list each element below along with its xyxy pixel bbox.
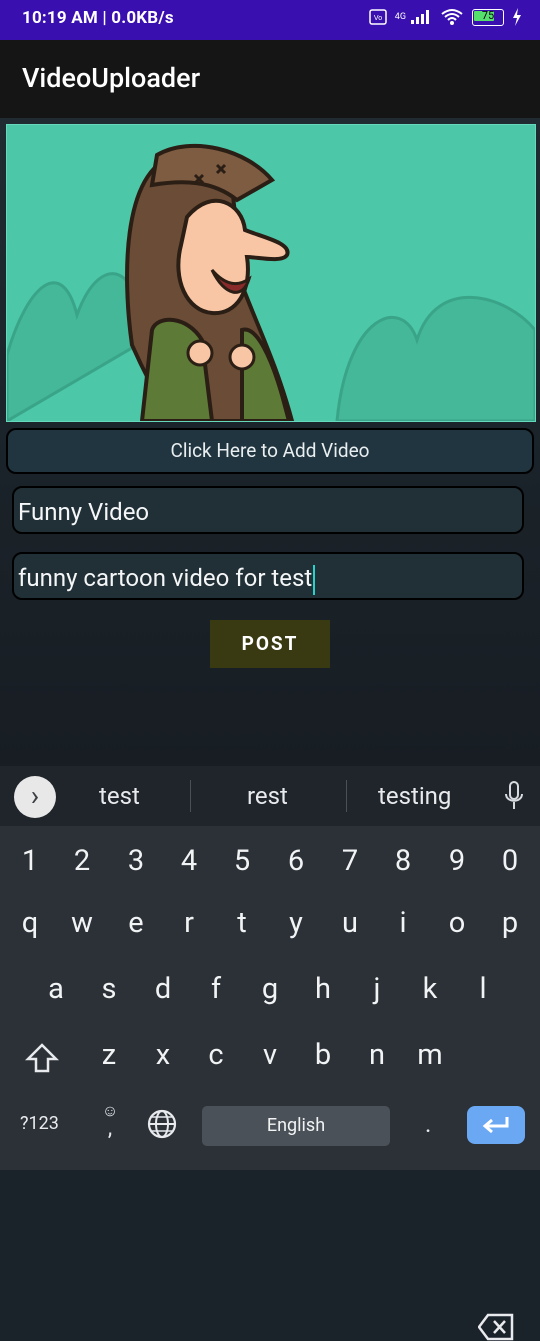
key-t[interactable]: t (222, 906, 262, 940)
add-video-button[interactable]: Click Here to Add Video (6, 428, 534, 474)
key-8[interactable]: 8 (383, 844, 423, 878)
video-preview[interactable] (6, 124, 536, 422)
key-p[interactable]: p (490, 906, 530, 940)
key-h[interactable]: h (303, 972, 343, 1006)
key-w[interactable]: w (62, 906, 102, 940)
battery-icon: 75 (472, 8, 504, 26)
symbols-key[interactable]: ?123 (20, 1113, 59, 1134)
key-z[interactable]: z (89, 1038, 129, 1072)
key-4[interactable]: 4 (169, 844, 209, 878)
shift-icon[interactable] (25, 1041, 59, 1075)
key-i[interactable]: i (383, 906, 423, 940)
soft-keyboard: › test rest testing 1 2 3 4 5 6 7 8 9 0 … (0, 766, 540, 1341)
key-d[interactable]: d (143, 972, 183, 1006)
key-b[interactable]: b (303, 1038, 343, 1072)
qwerty-row-1: q w e r t y u i o p (0, 906, 540, 966)
title-field[interactable]: Funny Video (12, 486, 524, 534)
suggestion-divider (190, 780, 191, 812)
key-s[interactable]: s (89, 972, 129, 1006)
suggestion-bar: › test rest testing (0, 766, 540, 826)
key-v[interactable]: v (250, 1038, 290, 1072)
key-0[interactable]: 0 (490, 844, 530, 878)
microphone-icon[interactable] (504, 781, 524, 811)
key-m[interactable]: m (410, 1038, 450, 1072)
suggestion-1[interactable]: test (99, 782, 140, 810)
key-y[interactable]: y (276, 906, 316, 940)
battery-level: 75 (481, 8, 495, 22)
key-e[interactable]: e (116, 906, 156, 940)
key-x[interactable]: x (143, 1038, 183, 1072)
globe-icon[interactable] (146, 1108, 178, 1140)
charging-icon (513, 8, 521, 26)
description-field[interactable]: funny cartoon video for test (12, 552, 524, 600)
upload-form: Click Here to Add Video Funny Video funn… (0, 118, 540, 766)
key-1[interactable]: 1 (10, 844, 50, 878)
key-7[interactable]: 7 (330, 844, 370, 878)
volte-icon: Vo (369, 9, 387, 25)
app-title: VideoUploader (22, 62, 201, 94)
space-key[interactable]: English (202, 1106, 390, 1146)
title-value: Funny Video (18, 498, 150, 526)
key-9[interactable]: 9 (437, 844, 477, 878)
key-f[interactable]: f (196, 972, 236, 1006)
key-5[interactable]: 5 (222, 844, 262, 878)
key-6[interactable]: 6 (276, 844, 316, 878)
key-q[interactable]: q (10, 906, 50, 940)
status-time: 10:19 AM | 0.0KB/s (22, 8, 174, 28)
text-cursor (313, 564, 316, 595)
signal-icon (411, 10, 429, 24)
chevron-right-icon[interactable]: › (14, 776, 56, 818)
svg-text:Vo: Vo (374, 15, 382, 22)
app-bar: VideoUploader (0, 40, 540, 118)
key-o[interactable]: o (437, 906, 477, 940)
key-a[interactable]: a (36, 972, 76, 1006)
suggestion-3[interactable]: testing (378, 782, 451, 810)
key-k[interactable]: k (410, 972, 450, 1006)
enter-icon (482, 1117, 509, 1134)
suggestion-2[interactable]: rest (247, 782, 288, 810)
key-g[interactable]: g (250, 972, 290, 1006)
qwerty-row-3: z x c v b n m (0, 1038, 540, 1341)
cartoon-thumbnail (7, 125, 535, 421)
post-button[interactable]: POST (210, 620, 330, 668)
key-l[interactable]: l (463, 972, 503, 1006)
backspace-icon[interactable] (478, 1313, 514, 1341)
wifi-icon (441, 9, 463, 25)
key-u[interactable]: u (330, 906, 370, 940)
network-type: 4G (394, 12, 406, 22)
status-bar: 10:19 AM | 0.0KB/s Vo 4G 75 (0, 0, 540, 40)
number-row: 1 2 3 4 5 6 7 8 9 0 (0, 844, 540, 904)
key-r[interactable]: r (169, 906, 209, 940)
key-j[interactable]: j (357, 972, 397, 1006)
suggestion-divider (346, 780, 347, 812)
key-2[interactable]: 2 (62, 844, 102, 878)
status-icons: Vo 4G 75 (369, 8, 522, 26)
period-key[interactable]: . (425, 1110, 431, 1138)
qwerty-row-2: a s d f g h j k l (0, 972, 540, 1032)
key-3[interactable]: 3 (116, 844, 156, 878)
description-value: funny cartoon video for test (18, 564, 313, 592)
comma-label: , (107, 1116, 113, 1141)
enter-key[interactable] (467, 1106, 525, 1144)
key-c[interactable]: c (196, 1038, 236, 1072)
emoji-comma-key[interactable]: ☺ , (100, 1102, 120, 1141)
key-n[interactable]: n (357, 1038, 397, 1072)
